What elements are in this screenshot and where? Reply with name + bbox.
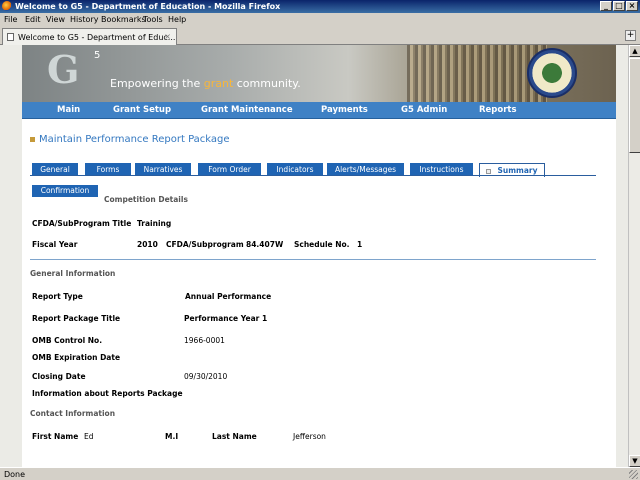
nav-grant-maintenance[interactable]: Grant Maintenance [201,105,293,115]
vertical-scrollbar[interactable]: ▲ ▼ [628,45,640,467]
nav-g5-admin[interactable]: G5 Admin [401,105,447,115]
mi-label: M.I [165,432,179,441]
schedule-label: Schedule No. [294,240,350,249]
g5-banner: G 5 Empowering the grant community. [22,45,616,102]
omb-expiration-label: OMB Expiration Date [32,353,121,362]
scroll-thumb[interactable] [629,58,640,153]
omb-control-value: 1966-0001 [184,336,225,345]
department-seal-icon [527,48,577,98]
omb-control-label: OMB Control No. [32,336,103,345]
nav-payments[interactable]: Payments [321,105,368,115]
menu-help[interactable]: Help [168,15,186,24]
cfda-title-label: CFDA/SubProgram Title [32,219,132,228]
menu-view[interactable]: View [46,15,65,24]
new-tab-button[interactable]: + [625,30,636,41]
menu-history[interactable]: History [70,15,98,24]
main-nav: Main Grant Setup Grant Maintenance Payme… [22,102,616,119]
resize-grip-icon[interactable] [629,470,638,479]
status-text: Done [4,470,26,479]
firefox-icon [2,1,12,11]
page-viewport: G 5 Empowering the grant community. Main… [0,45,628,467]
title-bullet-icon [30,136,35,142]
cfda-subprogram-label: CFDA/Subprogram [166,240,244,249]
scroll-down-arrow-icon[interactable]: ▼ [629,455,640,467]
closing-date-label: Closing Date [32,372,86,381]
first-name-value: Ed [84,432,94,441]
scroll-up-arrow-icon[interactable]: ▲ [629,45,640,57]
package-title-label: Report Package Title [32,314,121,323]
fiscal-year-label: Fiscal Year [32,240,78,249]
last-name-label: Last Name [212,432,257,441]
window-title-bar: Welcome to G5 - Department of Education … [0,0,640,13]
nav-main[interactable]: Main [57,105,80,115]
page-content: G 5 Empowering the grant community. Main… [22,45,616,467]
package-title-value: Performance Year 1 [184,314,268,323]
general-info-header: General Information [30,269,116,278]
page-title: Maintain Performance Report Package [30,134,230,145]
subtab-confirmation[interactable]: Confirmation [32,185,98,197]
close-window-button[interactable]: × [626,1,638,11]
browser-tab-bar: Welcome to G5 - Department of Educ... × … [0,25,640,45]
tagline: Empowering the grant community. [110,77,301,90]
competition-details-header: Competition Details [104,195,188,204]
maximize-button[interactable]: □ [613,1,625,11]
menu-bookmarks[interactable]: Bookmarks [101,15,146,24]
menu-edit[interactable]: Edit [25,15,41,24]
browser-tab[interactable]: Welcome to G5 - Department of Educ... × [2,28,177,45]
closing-date-value: 09/30/2010 [184,372,228,381]
cfda-title-value: Training [137,219,172,228]
report-type-label: Report Type [32,292,83,301]
report-type-value: Annual Performance [185,292,272,301]
package-info-label: Information about Reports Package [32,389,183,398]
menu-file[interactable]: File [4,15,17,24]
tab-underline [30,175,596,176]
browser-tab-label: Welcome to G5 - Department of Educ... [18,33,176,42]
fiscal-year-value: 2010 [137,240,158,249]
nav-reports[interactable]: Reports [479,105,517,115]
close-tab-icon[interactable]: × [164,32,171,41]
first-name-label: First Name [32,432,79,441]
schedule-value: 1 [357,240,363,249]
window-title: Welcome to G5 - Department of Education … [15,2,281,11]
last-name-value: Jefferson [293,432,326,441]
page-icon [7,33,14,41]
section-divider [30,259,596,260]
status-bar: Done [0,467,640,480]
nav-grant-setup[interactable]: Grant Setup [113,105,171,115]
g5-logo-sup: 5 [94,50,101,61]
contact-info-header: Contact Information [30,409,116,418]
cfda-subprogram-value: 84.407W [246,240,284,249]
menu-bar: File Edit View History Bookmarks Tools H… [0,13,640,25]
tab-status-icon [486,168,492,174]
g5-logo: G [47,47,79,92]
menu-tools[interactable]: Tools [143,15,163,24]
library-shelves-image [407,45,547,102]
minimize-button[interactable]: _ [600,1,612,11]
